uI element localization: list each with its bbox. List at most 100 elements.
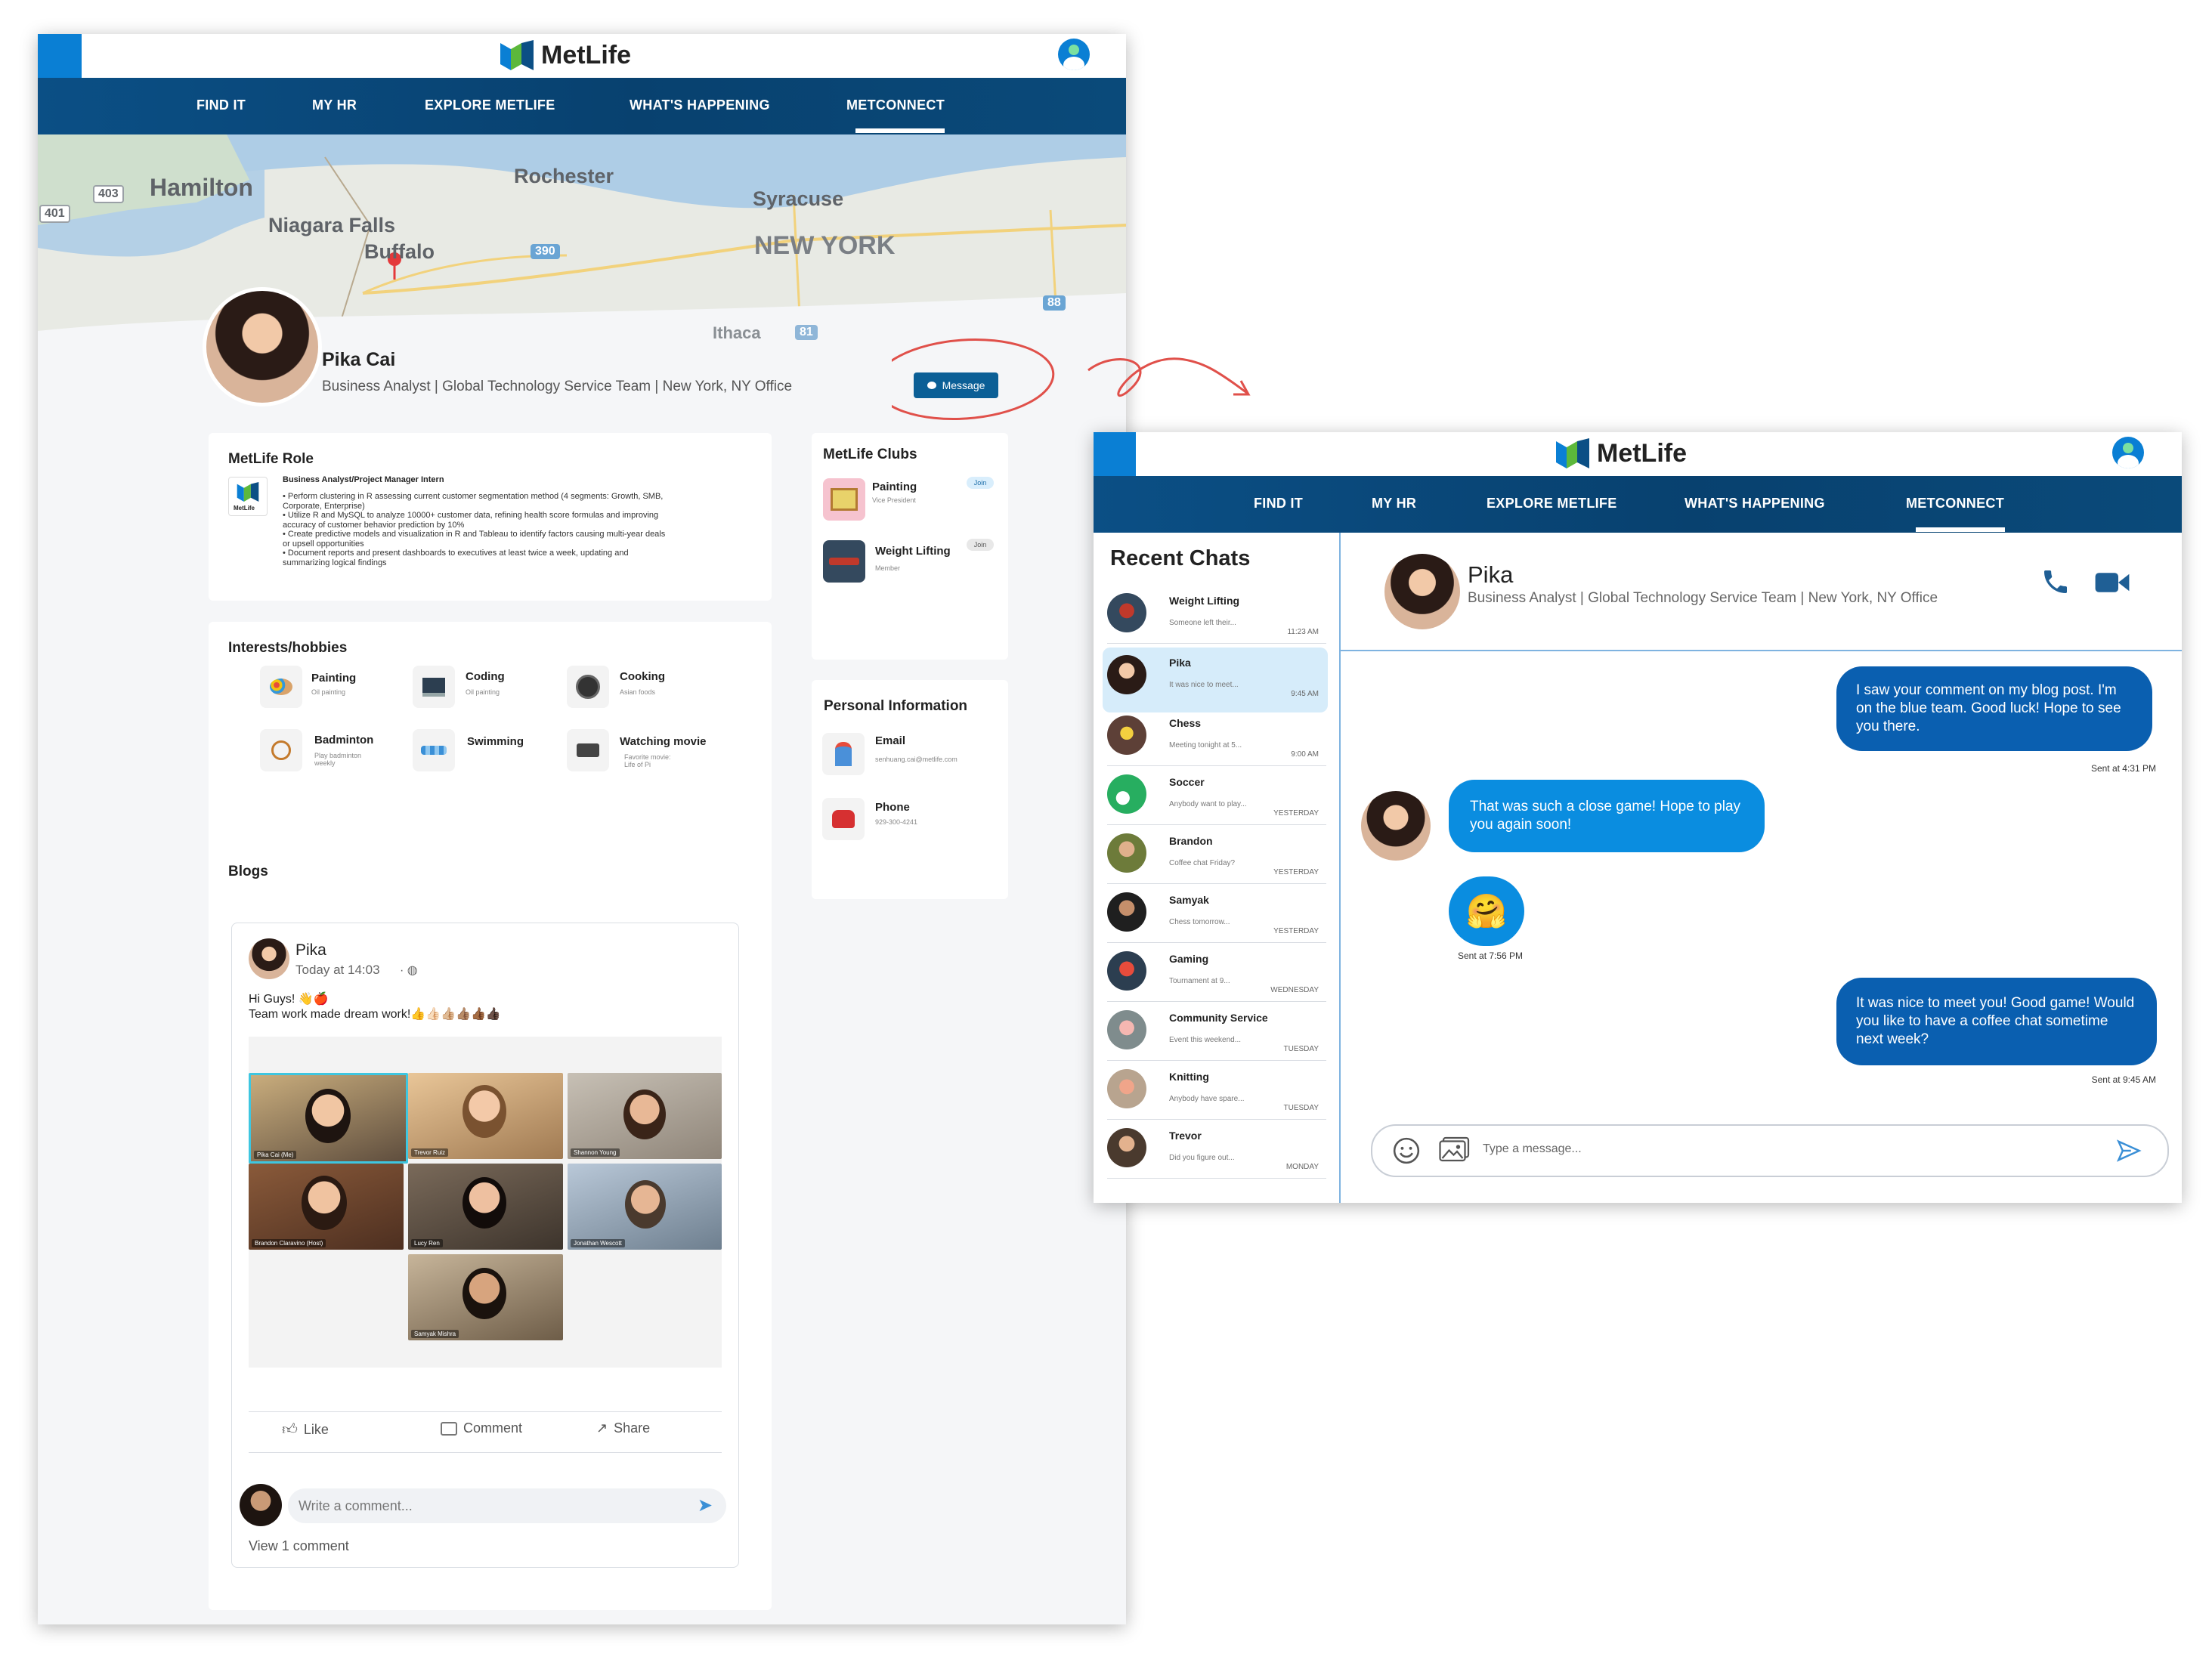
nav-explore-metlife[interactable]: EXPLORE METLIFE bbox=[1487, 496, 1617, 512]
club-name: Painting bbox=[872, 481, 917, 493]
role-title: MetLife Role bbox=[228, 451, 314, 467]
nav-my-hr[interactable]: MY HR bbox=[1372, 496, 1416, 512]
chat-list-item[interactable]: Community Service Event this weekend... … bbox=[1107, 1003, 1326, 1061]
chat-preview: Event this weekend... bbox=[1169, 1036, 1242, 1044]
swimming-icon bbox=[413, 729, 455, 771]
divider bbox=[249, 1411, 722, 1412]
role-bullet: • Utilize R and MySQL to analyze 10000+ … bbox=[283, 511, 659, 520]
user-avatar-icon[interactable] bbox=[2112, 437, 2144, 468]
send-icon[interactable]: ➤ bbox=[698, 1494, 713, 1516]
image-attach-icon[interactable] bbox=[1439, 1135, 1471, 1164]
chat-time: MONDAY bbox=[1285, 1163, 1319, 1171]
profile-avatar[interactable] bbox=[203, 287, 322, 406]
chat-preview: Anybody want to play... bbox=[1169, 800, 1247, 808]
metlife-logo-icon bbox=[500, 40, 534, 70]
chat-name: Chess bbox=[1169, 717, 1202, 729]
video-tile: Trevor Ruiz bbox=[408, 1073, 563, 1159]
blog-post: Pika Today at 14:03 · ◍ Hi Guys! 👋🍎 Team… bbox=[231, 923, 739, 1568]
video-call-icon[interactable] bbox=[2095, 570, 2130, 595]
nav-my-hr[interactable]: MY HR bbox=[312, 97, 357, 113]
post-time: Today at 14:03 bbox=[295, 963, 380, 977]
chat-list-item[interactable]: Knitting Anybody have spare... TUESDAY bbox=[1107, 1062, 1326, 1120]
profile-page-window: MetLife FIND IT MY HR EXPLORE METLIFE WH… bbox=[38, 34, 1126, 1624]
comment-button[interactable]: Comment bbox=[441, 1420, 522, 1436]
chat-list-item[interactable]: Gaming Tournament at 9... WEDNESDAY bbox=[1107, 944, 1326, 1002]
emoji-picker-icon[interactable] bbox=[1392, 1136, 1421, 1165]
nav-whats-happening[interactable]: WHAT'S HAPPENING bbox=[630, 97, 770, 113]
nav-find-it[interactable]: FIND IT bbox=[196, 97, 246, 113]
chat-list-item[interactable]: Soccer Anybody want to play... YESTERDAY bbox=[1107, 767, 1326, 825]
message-timestamp: Sent at 4:31 PM bbox=[2090, 763, 2156, 774]
chat-list-item[interactable]: Brandon Coffee chat Friday? YESTERDAY bbox=[1107, 826, 1326, 884]
map-label-hamilton: Hamilton bbox=[150, 174, 253, 201]
interest-name: Swimming bbox=[467, 735, 524, 748]
chat-avatar bbox=[1107, 716, 1146, 755]
chat-time: 11:23 AM bbox=[1287, 628, 1319, 636]
laptop-icon bbox=[413, 666, 455, 708]
outgoing-message[interactable]: It was nice to meet you! Good game! Woul… bbox=[1836, 978, 2157, 1065]
chat-list-item[interactable]: Samyak Chess tomorrow... YESTERDAY bbox=[1107, 885, 1326, 943]
contact-name: Pika bbox=[1468, 561, 1514, 588]
corner-accent bbox=[38, 34, 82, 78]
contact-avatar[interactable] bbox=[1384, 554, 1460, 629]
video-tile: Brandon Claravino (Host) bbox=[249, 1164, 404, 1250]
comment-input[interactable]: Write a comment... ➤ bbox=[288, 1488, 726, 1523]
chat-list-item[interactable]: Chess Meeting tonight at 5... 9:00 AM bbox=[1107, 708, 1326, 766]
chat-list-item[interactable]: Trevor Did you figure out... MONDAY bbox=[1107, 1120, 1326, 1179]
chat-list-item[interactable]: Weight Lifting Someone left their... 11:… bbox=[1107, 586, 1326, 644]
emoji-message[interactable]: 🤗 bbox=[1449, 876, 1524, 946]
email-value[interactable]: senhuang.cai@metlife.com bbox=[875, 756, 958, 763]
message-input[interactable]: Type a message... bbox=[1371, 1124, 2169, 1177]
chat-time: YESTERDAY bbox=[1273, 868, 1319, 876]
participant-name: Jonathan Wescott bbox=[571, 1239, 625, 1247]
participant-name: Pika Cai (Me) bbox=[254, 1151, 297, 1159]
role-position: Business Analyst/Project Manager Intern bbox=[283, 475, 444, 484]
badminton-icon bbox=[260, 729, 302, 771]
participant-name: Brandon Claravino (Host) bbox=[252, 1239, 326, 1247]
role-bullets: • Perform clustering in R assessing curr… bbox=[283, 492, 665, 567]
send-message-icon[interactable] bbox=[2116, 1139, 2142, 1162]
outgoing-message[interactable]: I saw your comment on my blog post. I'm … bbox=[1836, 666, 2152, 751]
nav-find-it[interactable]: FIND IT bbox=[1254, 496, 1303, 512]
user-avatar-icon[interactable] bbox=[1058, 39, 1090, 70]
top-bar: MetLife bbox=[38, 34, 1126, 78]
club-join-button[interactable]: Join bbox=[967, 477, 994, 489]
painting-club-icon[interactable] bbox=[823, 478, 865, 521]
role-logo-text: MetLife bbox=[234, 505, 255, 512]
share-button[interactable]: ↗ Share bbox=[596, 1420, 650, 1436]
post-author-avatar[interactable] bbox=[249, 938, 289, 979]
chat-avatar bbox=[1107, 655, 1146, 694]
movie-camera-icon bbox=[567, 729, 609, 771]
phone-value[interactable]: 929-300-4241 bbox=[875, 818, 917, 826]
view-comments-link[interactable]: View 1 comment bbox=[249, 1538, 349, 1554]
profile-subtitle: Business Analyst | Global Technology Ser… bbox=[322, 379, 793, 394]
post-author[interactable]: Pika bbox=[295, 941, 326, 960]
like-button[interactable]: 👍︎ Like bbox=[282, 1420, 329, 1439]
interest-detail: Oil painting bbox=[466, 688, 500, 696]
chat-time: YESTERDAY bbox=[1273, 809, 1319, 818]
nav-explore-metlife[interactable]: EXPLORE METLIFE bbox=[425, 97, 555, 113]
interest-detail: Oil painting bbox=[311, 688, 346, 696]
club-join-button[interactable]: Join bbox=[967, 539, 994, 551]
phone-call-icon[interactable] bbox=[2040, 566, 2071, 598]
divider bbox=[249, 1452, 722, 1453]
metlife-logo[interactable]: MetLife bbox=[500, 40, 631, 70]
nav-metconnect[interactable]: METCONNECT bbox=[1906, 496, 2004, 512]
weight-lifting-club-icon[interactable] bbox=[823, 540, 865, 583]
role-card: MetLife Role MetLife Business Analyst/Pr… bbox=[209, 433, 772, 601]
club-role: Vice President bbox=[872, 496, 916, 504]
nav-whats-happening[interactable]: WHAT'S HAPPENING bbox=[1685, 496, 1825, 512]
chat-list-item[interactable]: Pika It was nice to meet... 9:45 AM bbox=[1107, 648, 1326, 705]
incoming-message[interactable]: That was such a close game! Hope to play… bbox=[1449, 780, 1765, 852]
clubs-title: MetLife Clubs bbox=[823, 447, 917, 462]
chat-name: Trevor bbox=[1169, 1130, 1202, 1142]
nav-metconnect[interactable]: METCONNECT bbox=[846, 97, 945, 113]
metlife-logo[interactable]: MetLife bbox=[1556, 438, 1687, 468]
chat-preview: Chess tomorrow... bbox=[1169, 918, 1230, 926]
chat-preview: Meeting tonight at 5... bbox=[1169, 741, 1242, 750]
interest-name: Coding bbox=[466, 670, 505, 683]
video-tile: Jonathan Wescott bbox=[568, 1164, 722, 1250]
post-image[interactable]: Pika Cai (Me) Trevor Ruiz Shannon Young … bbox=[249, 1037, 722, 1368]
personal-info-title: Personal Information bbox=[824, 698, 968, 714]
frying-pan-icon bbox=[567, 666, 609, 708]
